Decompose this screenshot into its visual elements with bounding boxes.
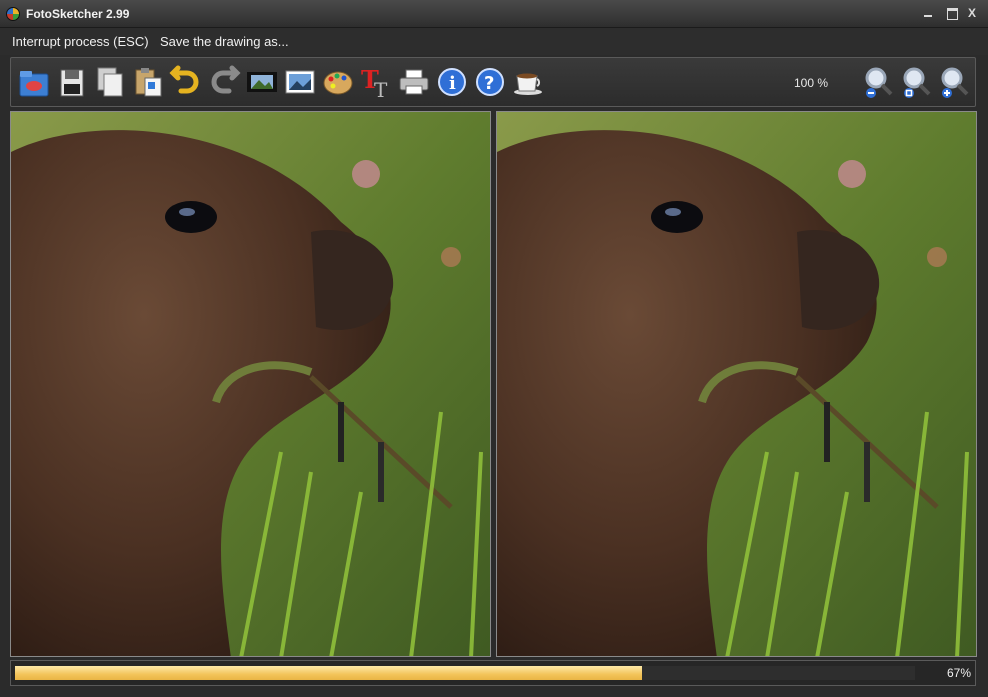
zoom-fit-button[interactable] (899, 64, 933, 102)
coffee-cup-icon (514, 73, 542, 95)
help-button[interactable]: ? (473, 64, 507, 102)
close-button[interactable]: X (962, 5, 982, 21)
open-folder-icon (19, 71, 49, 97)
picture-icon (285, 70, 315, 94)
groundhog-photo (11, 112, 490, 656)
palette-button[interactable] (321, 64, 355, 102)
info-icon: i (438, 68, 466, 96)
redo-button[interactable] (207, 64, 241, 102)
palette-icon (323, 71, 353, 95)
title-bar: FotoSketcher 2.99 X (0, 0, 988, 28)
progress-fill (15, 666, 642, 680)
progress-percent: 67% (946, 666, 971, 680)
undo-icon (169, 65, 199, 94)
save-disk-icon (60, 69, 84, 97)
menu-interrupt-process[interactable]: Interrupt process (ESC) (12, 34, 149, 49)
copy-icon (97, 67, 123, 97)
copy-button[interactable] (93, 64, 127, 102)
sketch-preview-pane[interactable] (496, 111, 977, 657)
text-button[interactable]: T T (359, 64, 393, 102)
paste-button[interactable] (131, 64, 165, 102)
original-image-pane[interactable] (10, 111, 491, 657)
svg-text:?: ? (484, 73, 494, 94)
menu-bar: Interrupt process (ESC) Save the drawing… (0, 28, 988, 55)
zoom-level: 100 % (794, 76, 829, 90)
text-icon: T T (361, 65, 388, 102)
help-icon: ? (476, 68, 504, 96)
open-folder-button[interactable] (17, 64, 51, 102)
maximize-button[interactable] (942, 5, 962, 21)
zoom-fit-icon (903, 67, 931, 98)
paste-icon (135, 68, 162, 97)
info-button[interactable]: i (435, 64, 469, 102)
zoom-out-button[interactable] (861, 64, 895, 102)
film-strip-button[interactable] (245, 64, 279, 102)
donate-coffee-button[interactable] (511, 64, 545, 102)
undo-button[interactable] (169, 64, 203, 102)
save-button[interactable] (55, 64, 89, 102)
svg-text:T: T (374, 78, 388, 102)
printer-icon (399, 69, 429, 95)
app-logo-icon (6, 7, 20, 21)
svg-text:i: i (449, 73, 456, 94)
zoom-out-icon (865, 67, 893, 98)
status-bar: 67% (10, 660, 976, 686)
film-strip-icon (247, 72, 277, 92)
redo-icon (211, 65, 241, 94)
toolbar: T T i ? 100 % (10, 57, 976, 107)
progress-bar (15, 666, 915, 680)
zoom-in-button[interactable] (937, 64, 971, 102)
zoom-in-icon (941, 67, 969, 98)
groundhog-photo-processed (497, 112, 976, 656)
picture-button[interactable] (283, 64, 317, 102)
print-button[interactable] (397, 64, 431, 102)
window-title: FotoSketcher 2.99 (26, 7, 130, 21)
menu-save-drawing-as[interactable]: Save the drawing as... (160, 34, 289, 49)
minimize-button[interactable] (918, 5, 938, 21)
